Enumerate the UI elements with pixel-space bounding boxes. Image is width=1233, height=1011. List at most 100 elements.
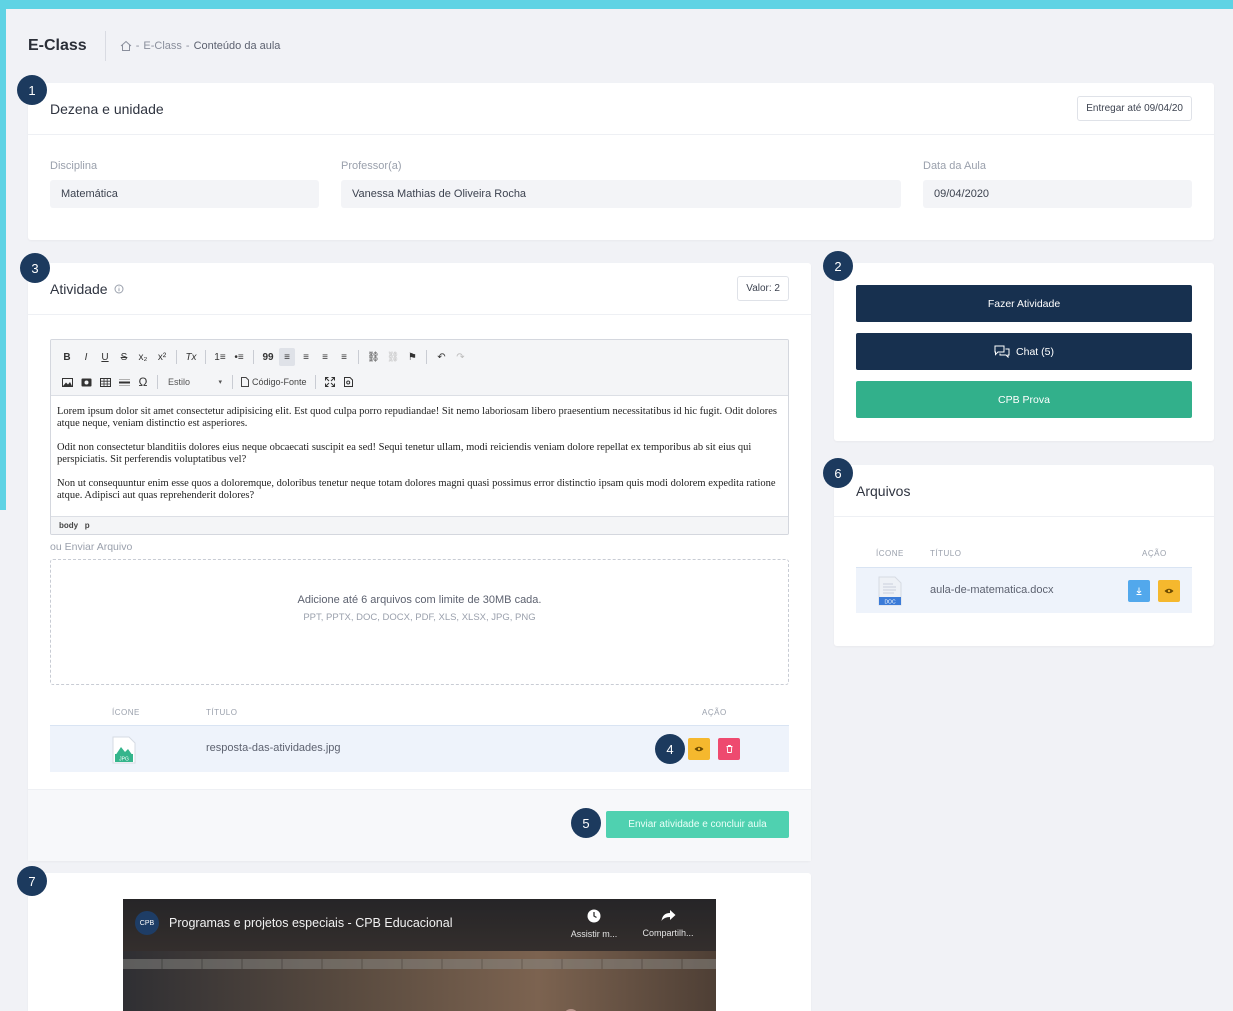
step-badge-3: 3 — [20, 253, 50, 283]
video-card: CPB Programas e projetos especiais - CPB… — [28, 873, 811, 1011]
files-title: Arquivos — [856, 482, 911, 499]
breadcrumb: - E-Class - Conteúdo da aula — [120, 40, 281, 52]
channel-logo[interactable]: CPB — [135, 911, 159, 935]
frame-top-border — [0, 0, 1233, 9]
breadcrumb-separator: - — [185, 40, 190, 52]
upload-label: ou Enviar Arquivo — [50, 541, 133, 553]
link-button[interactable]: ⛓ — [365, 348, 382, 366]
toolbar-separator — [426, 350, 428, 364]
editor-paragraph: Odit non consectetur blanditiis dolores … — [57, 442, 752, 465]
view-file-button[interactable] — [1158, 580, 1180, 602]
toolbar-separator — [253, 350, 254, 364]
underline-button[interactable]: U — [97, 348, 113, 366]
lesson-title: Dezena e unidade — [50, 100, 164, 117]
source-code-button[interactable]: Código-Fonte — [239, 373, 309, 391]
download-icon — [1136, 587, 1142, 595]
step-badge-7: 7 — [17, 866, 47, 896]
document-icon — [241, 377, 249, 387]
doc-badge-text: DOC — [884, 599, 896, 605]
align-right-button[interactable]: ≡ — [317, 348, 333, 366]
file-title: aula-de-matematica.docx — [930, 584, 1054, 596]
rich-text-editor[interactable]: B I U S x₂ x² Tx 1≡ •≡ 99 ≡ ≡ ≡ ≡ ⛓ ⛓ ⚑ … — [50, 339, 789, 535]
submit-activity-button[interactable]: Enviar atividade e concluir aula — [606, 811, 789, 838]
redo-button[interactable]: ↷ — [452, 348, 468, 366]
special-char-icon[interactable]: Ω — [135, 373, 151, 391]
cpb-exam-button[interactable]: CPB Prova — [856, 381, 1192, 418]
unlink-button[interactable]: ⛓ — [385, 348, 402, 366]
ceiling-tiles — [123, 959, 716, 969]
share-button[interactable]: Compartilh... — [635, 909, 701, 938]
professor-field: Vanessa Mathias de Oliveira Rocha — [341, 180, 901, 208]
delete-file-button[interactable] — [718, 738, 740, 760]
editor-path-bar: body p — [51, 516, 788, 534]
bulleted-list-button[interactable]: •≡ — [231, 348, 247, 366]
style-select-label: Estilo — [168, 377, 191, 387]
breadcrumb-item-eclass[interactable]: E-Class — [143, 40, 182, 52]
data-aula-label: Data da Aula — [923, 160, 986, 172]
table-icon[interactable] — [97, 373, 113, 391]
disciplina-field: Matemática — [50, 180, 319, 208]
breadcrumb-separator: - — [135, 40, 140, 52]
media-icon[interactable] — [78, 373, 94, 391]
file-title: resposta-das-atividades.jpg — [206, 742, 341, 754]
info-icon[interactable] — [114, 284, 124, 294]
justify-button[interactable]: ≡ — [336, 348, 352, 366]
numbered-list-button[interactable]: 1≡ — [212, 348, 228, 366]
eye-icon — [694, 746, 704, 752]
editor-element-path: body p — [59, 521, 90, 530]
step-badge-6: 6 — [823, 458, 853, 488]
subscript-button[interactable]: x₂ — [135, 348, 151, 366]
video-title[interactable]: Programas e projetos especiais - CPB Edu… — [169, 916, 452, 930]
toolbar-separator — [232, 375, 233, 389]
undo-button[interactable]: ↶ — [433, 348, 449, 366]
chat-button[interactable]: Chat (5) — [856, 333, 1192, 370]
watch-later-button[interactable]: Assistir m... — [561, 909, 627, 939]
horizontal-rule-icon[interactable] — [116, 373, 132, 391]
align-center-button[interactable]: ≡ — [298, 348, 314, 366]
column-header-action: AÇÃO — [702, 708, 727, 717]
blockquote-button[interactable]: 99 — [260, 348, 276, 366]
view-file-button[interactable] — [688, 738, 710, 760]
download-file-button[interactable] — [1128, 580, 1150, 602]
step-badge-5: 5 — [571, 808, 601, 838]
home-icon[interactable] — [120, 40, 132, 52]
column-header-title: TÍTULO — [930, 549, 962, 558]
jpg-badge-text: JPG — [119, 757, 129, 763]
deadline-badge: Entregar até 09/04/20 — [1077, 96, 1192, 121]
breadcrumb-item-current: Conteúdo da aula — [193, 40, 281, 52]
bold-button[interactable]: B — [59, 348, 75, 366]
trash-icon — [726, 745, 732, 753]
style-select[interactable]: Estilo ▾ — [164, 373, 226, 391]
column-header-action: AÇÃO — [1142, 549, 1167, 558]
activity-title-text: Atividade — [50, 280, 108, 297]
editor-paragraph: Lorem ipsum dolor sit amet consectetur a… — [57, 406, 777, 429]
toolbar-separator — [176, 350, 177, 364]
superscript-button[interactable]: x² — [154, 348, 170, 366]
remove-format-button[interactable]: Tx — [183, 348, 199, 366]
chat-icon — [994, 345, 1010, 358]
chevron-down-icon: ▾ — [218, 379, 222, 386]
column-header-title: TÍTULO — [206, 708, 238, 717]
activity-card: Atividade Valor: 2 B I U S x₂ x² Tx 1≡ •… — [28, 263, 811, 861]
frame-left-border — [0, 0, 6, 510]
italic-button[interactable]: I — [78, 348, 94, 366]
video-player[interactable]: CPB Programas e projetos especiais - CPB… — [123, 899, 716, 1011]
toolbar-separator — [157, 375, 158, 389]
do-activity-button[interactable]: Fazer Atividade — [856, 285, 1192, 322]
dropzone-instructions: Adicione até 6 arquivos com limite de 30… — [297, 594, 542, 606]
file-dropzone[interactable]: Adicione até 6 arquivos com limite de 30… — [50, 559, 789, 685]
editor-toolbar: B I U S x₂ x² Tx 1≡ •≡ 99 ≡ ≡ ≡ ≡ ⛓ ⛓ ⚑ … — [51, 340, 788, 396]
step-badge-4: 4 — [655, 734, 685, 764]
image-icon[interactable] — [59, 373, 75, 391]
anchor-flag-button[interactable]: ⚑ — [404, 348, 420, 366]
preview-icon[interactable] — [341, 373, 357, 391]
dropzone-formats: PPT, PPTX, DOC, DOCX, PDF, XLS, XLSX, JP… — [303, 612, 536, 623]
align-left-button[interactable]: ≡ — [279, 348, 295, 366]
editor-content[interactable]: Lorem ipsum dolor sit amet consectetur a… — [51, 396, 788, 514]
toolbar-separator — [314, 375, 316, 389]
column-header-icon: ÍCONE — [876, 549, 904, 558]
share-icon — [635, 909, 701, 926]
strikethrough-button[interactable]: S — [116, 348, 132, 366]
files-card: Arquivos ÍCONE TÍTULO AÇÃO DOC aula-de-m… — [834, 465, 1214, 646]
maximize-icon[interactable] — [322, 373, 338, 391]
